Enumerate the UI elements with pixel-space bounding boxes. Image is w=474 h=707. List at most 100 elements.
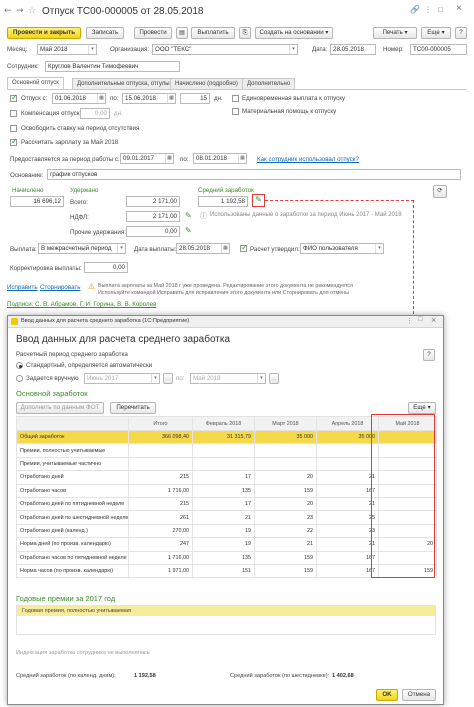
- manual-to-clear[interactable]: …: [269, 373, 279, 384]
- ok-button[interactable]: OK: [376, 689, 398, 701]
- manual-to-input[interactable]: Май 2018 ▾: [190, 373, 266, 384]
- table-cell[interactable]: 151: [192, 563, 255, 579]
- signatures-link[interactable]: Подписи: С. В. Абрамов, Г. И. Горина, В.…: [7, 300, 156, 309]
- table-cell[interactable]: 1 716,00: [128, 550, 193, 565]
- table-cell[interactable]: 17: [192, 470, 255, 485]
- payout-type-select[interactable]: В межрасчетный период ▾: [38, 243, 126, 254]
- table-cell[interactable]: [192, 443, 255, 458]
- bonus-row[interactable]: Годовая премия, полностью учитываемая: [17, 606, 435, 616]
- table-cell[interactable]: 261: [128, 510, 193, 525]
- tab-additional[interactable]: Дополнительно: [242, 78, 296, 89]
- post-close-button[interactable]: Провести и закрыть: [7, 27, 81, 39]
- manual-from-input[interactable]: Июнь 2017 ▾: [84, 373, 160, 384]
- table-cell[interactable]: 167: [316, 550, 379, 565]
- period-from-input[interactable]: 09.01.2017 ▦: [120, 153, 174, 164]
- pay-button[interactable]: Выплатить: [191, 27, 235, 39]
- calc-salary-checkbox[interactable]: [10, 137, 18, 146]
- table-cell[interactable]: 215: [128, 496, 193, 512]
- tab-main-leave[interactable]: Основной отпуск: [7, 77, 64, 89]
- dialog-help-button[interactable]: ?: [423, 349, 435, 361]
- table-cell[interactable]: 167: [316, 563, 379, 579]
- manual-from-clear[interactable]: …: [163, 373, 173, 384]
- table-cell[interactable]: [254, 456, 317, 472]
- table-cell[interactable]: 31 315,79: [192, 429, 255, 445]
- grid-more-button[interactable]: Еще ▾: [408, 402, 436, 414]
- table-cell[interactable]: 23: [254, 510, 317, 525]
- table-cell[interactable]: 35 000: [254, 429, 317, 445]
- table-cell[interactable]: [316, 456, 379, 472]
- more-button[interactable]: Еще ▾: [421, 27, 451, 39]
- post-button[interactable]: Провести: [134, 27, 172, 39]
- maximize-icon[interactable]: □: [438, 5, 443, 14]
- table-cell[interactable]: 159: [254, 483, 317, 498]
- table-cell[interactable]: 19: [192, 523, 255, 539]
- table-cell[interactable]: 21: [192, 510, 255, 525]
- favorite-star-icon[interactable]: ☆: [28, 6, 36, 16]
- period-to-input[interactable]: 08.01.2018 ▦: [193, 153, 247, 164]
- avg-input[interactable]: 1 192,58: [198, 196, 248, 207]
- single-pay-checkbox[interactable]: [232, 95, 239, 102]
- manual-radio[interactable]: [16, 375, 23, 382]
- correction-input[interactable]: 0,00: [84, 262, 128, 273]
- edit-other-icon[interactable]: ✎: [185, 226, 192, 235]
- table-cell[interactable]: [192, 456, 255, 472]
- days-input[interactable]: 15: [180, 93, 210, 104]
- table-cell[interactable]: 20: [254, 496, 317, 512]
- comp-checkbox[interactable]: [10, 110, 17, 117]
- table-cell[interactable]: [316, 443, 379, 458]
- other-input[interactable]: 0,00: [126, 226, 180, 237]
- link-icon[interactable]: 🔗: [410, 5, 420, 14]
- ndfl-input[interactable]: 2 171,00: [126, 211, 180, 222]
- table-cell[interactable]: 35 000: [316, 429, 379, 445]
- approver-input[interactable]: ФИО пользователя ▾: [300, 243, 384, 254]
- reverse-link[interactable]: Сторнировать: [40, 283, 80, 292]
- table-cell[interactable]: [254, 443, 317, 458]
- table-cell[interactable]: 20: [254, 470, 317, 485]
- table-cell[interactable]: 21: [254, 537, 317, 552]
- leave-to-input[interactable]: 15.06.2018 ▦: [122, 93, 176, 104]
- recalc-button[interactable]: Перечитать: [110, 402, 156, 414]
- accrued-input[interactable]: 16 696,12: [10, 196, 64, 207]
- date-input[interactable]: 28.05.2018: [330, 44, 376, 55]
- tab-accrued-detail[interactable]: Начислено (подробно): [170, 78, 243, 89]
- month-input[interactable]: Май 2018 ▾: [37, 44, 97, 55]
- table-cell[interactable]: 1 971,00: [128, 563, 193, 579]
- table-cell[interactable]: 21: [316, 496, 379, 512]
- refresh-button[interactable]: ⟳: [433, 185, 447, 198]
- table-cell[interactable]: 159: [254, 550, 317, 565]
- attach-button[interactable]: ⎘: [239, 27, 251, 39]
- comp-input[interactable]: 0,00: [80, 108, 110, 119]
- standard-radio[interactable]: [16, 362, 23, 369]
- save-button[interactable]: Записать: [86, 27, 124, 39]
- table-cell[interactable]: 159: [254, 563, 317, 579]
- table-cell[interactable]: [128, 443, 193, 458]
- table-cell[interactable]: 17: [192, 496, 255, 512]
- table-cell[interactable]: 22: [254, 523, 317, 539]
- free-rate-checkbox[interactable]: [10, 125, 17, 132]
- table-cell[interactable]: 366 098,40: [128, 429, 193, 445]
- org-input[interactable]: ООО "ТЕКС" ▾: [152, 44, 298, 55]
- table-cell[interactable]: 135: [192, 483, 255, 498]
- leave-from-input[interactable]: 01.06.2018 ▦: [52, 93, 106, 104]
- forward-arrow-icon[interactable]: →: [16, 6, 24, 16]
- more-icon[interactable]: ⋮: [424, 5, 432, 14]
- table-cell[interactable]: 21: [316, 470, 379, 485]
- table-cell[interactable]: 167: [316, 483, 379, 498]
- used-vacation-link[interactable]: Как сотрудник использовал отпуск?: [257, 155, 359, 164]
- material-help-checkbox[interactable]: [232, 108, 239, 115]
- table-cell[interactable]: 215: [128, 470, 193, 485]
- table-cell[interactable]: 1 716,00: [128, 483, 193, 498]
- print-button[interactable]: Печать ▾: [373, 27, 417, 39]
- payout-date-input[interactable]: 28.05.2018 ▦: [176, 243, 230, 254]
- table-cell[interactable]: 135: [192, 550, 255, 565]
- employee-input[interactable]: Круглов Валентин Тимофеевич: [45, 61, 180, 72]
- edit-avg-button[interactable]: ✎: [252, 194, 265, 207]
- table-cell[interactable]: 247: [128, 537, 193, 552]
- table-cell[interactable]: 25: [316, 510, 379, 525]
- number-input[interactable]: ТС00-000005: [410, 44, 467, 55]
- post-icon-button[interactable]: ▤: [176, 27, 188, 39]
- close-icon[interactable]: ×: [456, 3, 462, 14]
- leave-checkbox[interactable]: [10, 93, 18, 102]
- table-cell[interactable]: 23: [316, 523, 379, 539]
- help-button[interactable]: ?: [455, 27, 467, 39]
